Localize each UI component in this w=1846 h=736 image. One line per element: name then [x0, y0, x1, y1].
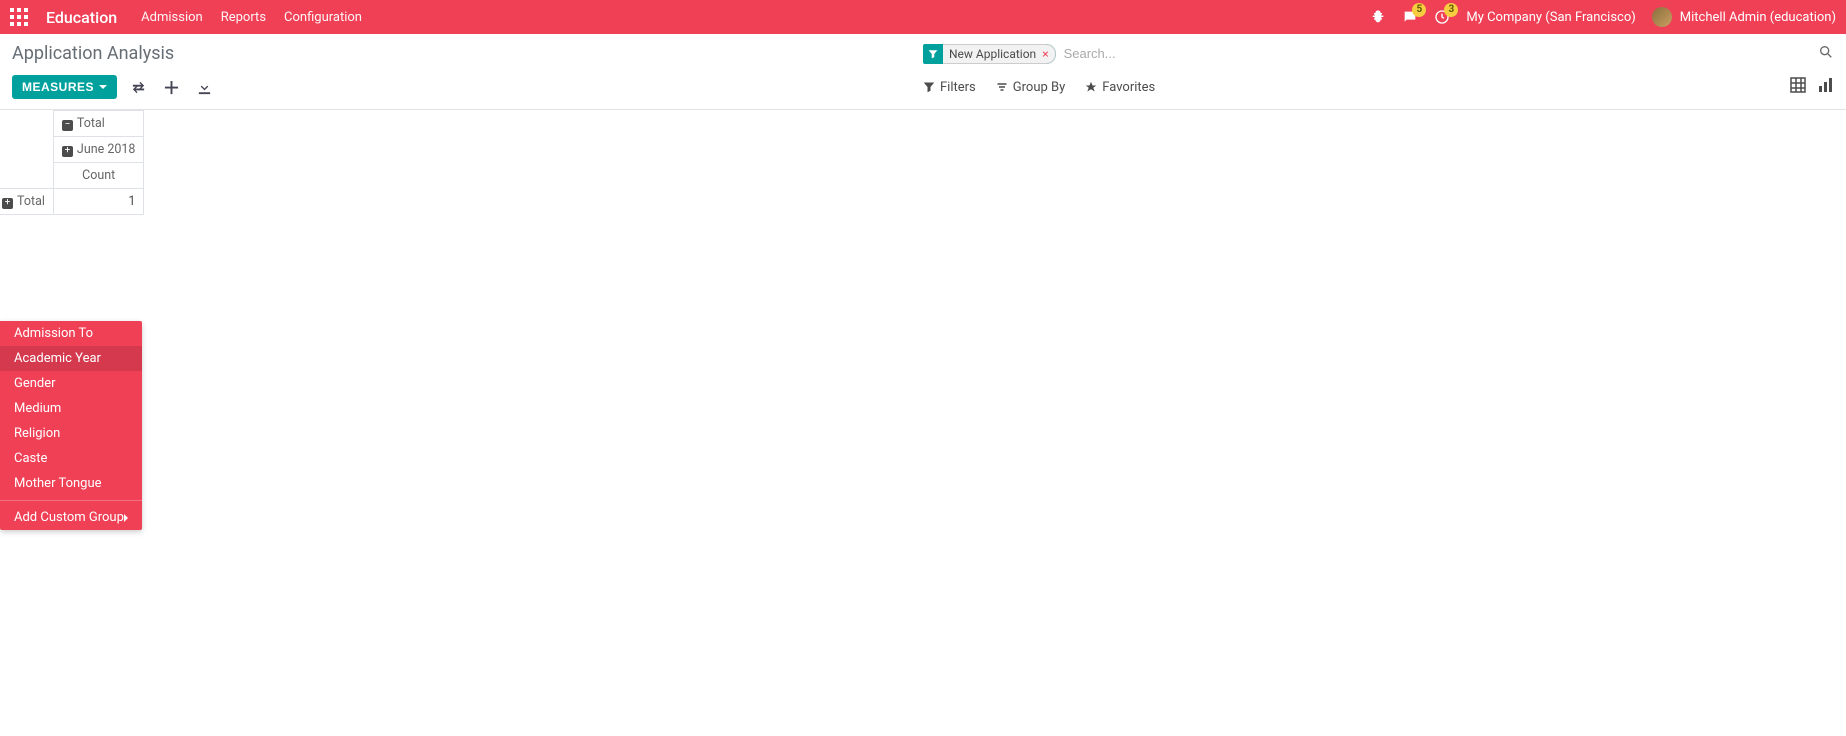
app-title[interactable]: Education	[46, 8, 117, 27]
chat-badge: 5	[1412, 3, 1426, 17]
pivot-empty-header	[0, 111, 53, 137]
pivot-table: −Total +June 2018 Count +Total 1	[0, 110, 144, 215]
facet-remove[interactable]: ×	[1042, 47, 1048, 61]
dropdown-divider	[0, 500, 142, 501]
apps-icon[interactable]	[10, 8, 28, 26]
favorites-label: Favorites	[1102, 80, 1155, 95]
company-selector[interactable]: My Company (San Francisco)	[1466, 10, 1635, 25]
user-label: Mitchell Admin (education)	[1680, 10, 1836, 25]
dropdown-item-religion[interactable]: Religion	[0, 421, 142, 446]
dropdown-item-academic-year[interactable]: Academic Year	[0, 346, 142, 371]
dropdown-item-admission-to[interactable]: Admission To	[0, 321, 142, 346]
dropdown-item-medium[interactable]: Medium	[0, 396, 142, 421]
search-facet: New Application ×	[923, 44, 1056, 64]
activity-badge: 3	[1444, 3, 1458, 17]
pivot-col-month[interactable]: +June 2018	[53, 137, 144, 163]
user-menu[interactable]: Mitchell Admin (education)	[1652, 7, 1836, 27]
pivot-count-header: Count	[53, 163, 144, 189]
collapse-icon[interactable]: −	[62, 120, 73, 131]
nav-link-reports[interactable]: Reports	[221, 10, 266, 25]
activity-icon[interactable]: 3	[1434, 9, 1450, 25]
filters-label: Filters	[940, 80, 976, 95]
facet-label: New Application	[949, 47, 1036, 61]
pivot-value: 1	[53, 189, 144, 215]
groupby-dropdown: Admission To Academic Year Gender Medium…	[0, 321, 142, 530]
filter-icon	[923, 46, 943, 62]
dropdown-item-mother-tongue[interactable]: Mother Tongue	[0, 471, 142, 496]
expand-icon[interactable]: +	[62, 146, 73, 157]
debug-icon[interactable]	[1370, 9, 1386, 25]
dropdown-item-caste[interactable]: Caste	[0, 446, 142, 471]
avatar	[1652, 7, 1672, 27]
measures-button[interactable]: MEASURES	[12, 75, 117, 99]
dropdown-add-custom-group[interactable]: Add Custom Group	[0, 505, 142, 530]
filters-button[interactable]: Filters	[923, 80, 976, 95]
custom-group-label: Add Custom Group	[14, 510, 124, 525]
pivot-area: −Total +June 2018 Count +Total 1 Admissi…	[0, 110, 1846, 215]
search-input[interactable]	[1056, 42, 1818, 65]
search-area: New Application ×	[923, 42, 1834, 65]
top-navbar: Education Admission Reports Configuratio…	[0, 0, 1846, 34]
groupby-label: Group By	[1013, 80, 1066, 95]
pivot-row-total[interactable]: +Total	[0, 189, 53, 215]
pivot-col-total[interactable]: −Total	[53, 111, 144, 137]
chat-icon[interactable]: 5	[1402, 9, 1418, 25]
expand-icon[interactable]: +	[2, 198, 13, 209]
nav-link-admission[interactable]: Admission	[141, 10, 203, 25]
expand-all-icon[interactable]	[160, 76, 183, 99]
graph-view-icon[interactable]	[1818, 77, 1834, 97]
dropdown-item-gender[interactable]: Gender	[0, 371, 142, 396]
favorites-button[interactable]: Favorites	[1085, 80, 1155, 95]
page-title: Application Analysis	[12, 43, 174, 64]
control-panel: Application Analysis New Application × M…	[0, 34, 1846, 110]
pivot-empty-header	[0, 163, 53, 189]
groupby-button[interactable]: Group By	[996, 80, 1066, 95]
caret-right-icon	[124, 514, 128, 522]
pivot-view-icon[interactable]	[1790, 77, 1806, 97]
search-icon[interactable]	[1818, 44, 1834, 64]
download-icon[interactable]	[193, 76, 216, 99]
measures-label: MEASURES	[22, 80, 94, 94]
caret-down-icon	[99, 85, 107, 89]
nav-link-configuration[interactable]: Configuration	[284, 10, 362, 25]
flip-axis-icon[interactable]	[127, 76, 150, 99]
pivot-empty-header	[0, 137, 53, 163]
